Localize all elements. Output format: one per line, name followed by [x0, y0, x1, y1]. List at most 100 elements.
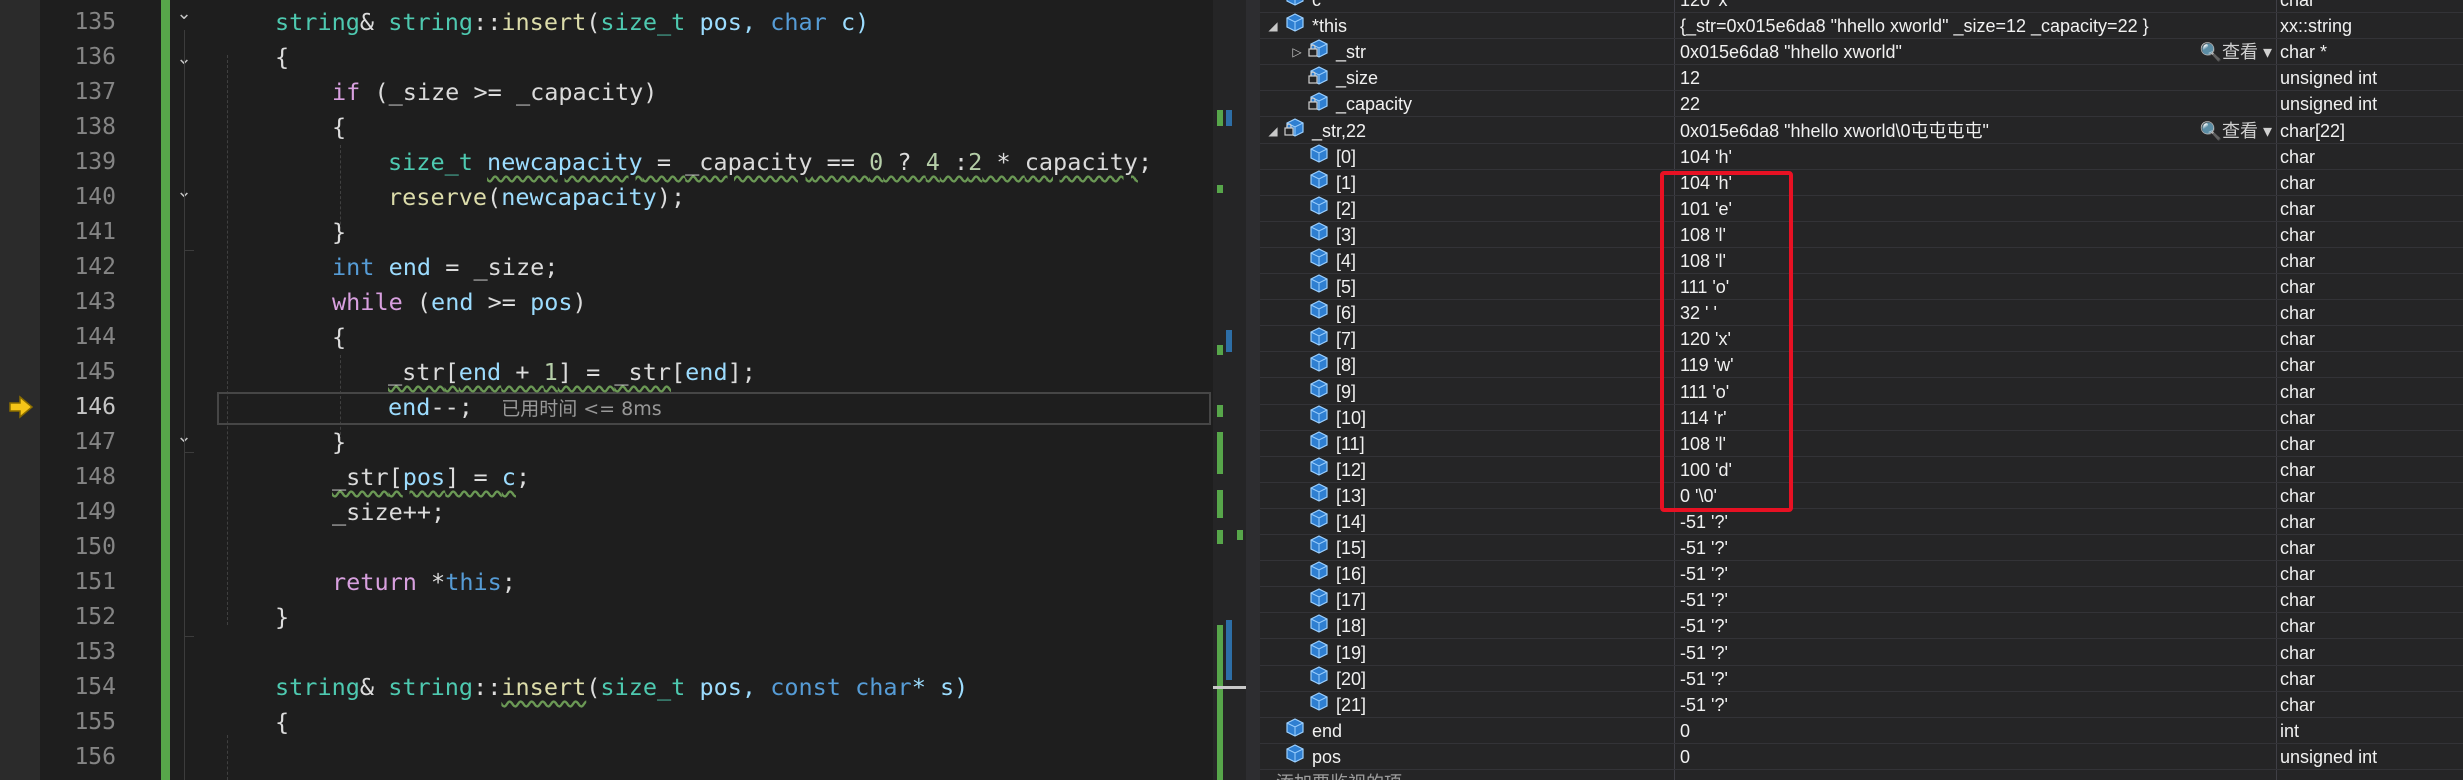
code-area[interactable]: string& string::insert(size_t pos, char … [205, 0, 1215, 780]
watch-name-cell[interactable]: _size [1308, 65, 1378, 91]
watch-window[interactable]: c 120 'x' char ◢ *this {_str=0x015e6da8 "hhel… [1260, 0, 2463, 780]
watch-value-cell[interactable]: -51 '?' [1680, 561, 2280, 587]
watch-row[interactable]: [4] 108 'l' char [1260, 248, 2463, 274]
change-marker [1237, 530, 1243, 540]
watch-row[interactable]: [6] 32 ' ' char [1260, 300, 2463, 327]
watch-row[interactable]: _size 12 unsigned int [1260, 65, 2463, 92]
watch-row[interactable]: [3] 108 'l' char [1260, 222, 2463, 248]
pane-splitter[interactable] [1246, 0, 1260, 780]
watch-value-cell[interactable]: 12 [1680, 65, 2280, 91]
watch-name-cell[interactable]: [10] [1308, 405, 1366, 431]
watch-row[interactable]: [14] -51 '?' char [1260, 509, 2463, 535]
watch-row[interactable]: [10] 114 'r' char [1260, 405, 2463, 431]
watch-row[interactable]: [17] -51 '?' char [1260, 587, 2463, 614]
watch-row[interactable]: [7] 120 'x' char [1260, 326, 2463, 353]
watch-value-cell[interactable]: 22 [1680, 91, 2280, 117]
watch-name-cell[interactable]: [4] [1308, 248, 1356, 274]
watch-name-cell[interactable]: [11] [1308, 431, 1365, 457]
collapse-arrow-icon[interactable]: ◢ [1266, 118, 1280, 144]
watch-name-cell[interactable]: [3] [1308, 222, 1356, 248]
collapse-arrow-icon[interactable]: ◢ [1266, 13, 1280, 39]
watch-value-cell[interactable] [1680, 770, 2280, 780]
watch-name-cell[interactable]: [17] [1308, 587, 1366, 613]
watch-name-cell[interactable]: [18] [1308, 613, 1366, 639]
watch-name-cell[interactable]: [20] [1308, 666, 1366, 692]
watch-name-cell[interactable]: [16] [1308, 561, 1366, 587]
fold-toggle-icon[interactable]: ⌄ [172, 2, 196, 26]
line-number: 135 [74, 9, 116, 35]
expand-arrow-icon[interactable]: ▷ [1290, 39, 1304, 65]
watch-row[interactable]: [16] -51 '?' char [1260, 561, 2463, 588]
watch-name-cell[interactable]: [0] [1308, 144, 1356, 170]
watch-name-cell[interactable]: [7] [1308, 326, 1356, 352]
watch-name-cell[interactable]: [8] [1308, 352, 1356, 378]
watch-row[interactable]: _capacity 22 unsigned int [1260, 91, 2463, 118]
watch-name-cell[interactable]: [5] [1308, 274, 1356, 300]
watch-name-cell[interactable]: end [1284, 718, 1342, 744]
watch-row[interactable]: [8] 119 'w' char [1260, 352, 2463, 379]
perf-tip[interactable]: 已用时间 <= 8ms [501, 398, 661, 420]
watch-row[interactable]: ▷ _str 0x015e6da8 "hhello xworld" 🔍查看 ▾ char… [1260, 39, 2463, 66]
watch-name-cell[interactable]: *this [1284, 13, 1347, 39]
watch-value-cell[interactable]: 0x015e6da8 "hhello xworld" [1680, 39, 2280, 65]
watch-row[interactable]: [0] 104 'h' char [1260, 144, 2463, 170]
watch-name-cell[interactable]: _str [1308, 39, 1366, 65]
watch-value-cell[interactable]: 0 [1680, 718, 2280, 744]
change-marker [1217, 345, 1223, 355]
watch-row[interactable]: c 120 'x' char [1260, 0, 2463, 13]
watch-name-cell[interactable]: [9] [1308, 379, 1356, 405]
watch-row[interactable]: [11] 108 'l' char [1260, 431, 2463, 457]
watch-name-cell[interactable]: [13] [1308, 483, 1366, 509]
watch-row[interactable]: [20] -51 '?' char [1260, 666, 2463, 692]
watch-row[interactable]: ◢ _str,22 0x015e6da8 "hhello xworld\0屯屯屯屯"… [1260, 118, 2463, 144]
watch-row[interactable]: [19] -51 '?' char [1260, 640, 2463, 666]
watch-name-cell[interactable]: c [1284, 0, 1321, 13]
line-number: 138 [74, 114, 116, 140]
watch-row[interactable]: [9] 111 'o' char [1260, 379, 2463, 405]
watch-name-cell[interactable]: [19] [1308, 640, 1366, 666]
watch-value-cell[interactable]: 120 'x' [1680, 0, 2280, 13]
watch-row[interactable]: [5] 111 'o' char [1260, 274, 2463, 301]
text-visualizer-button[interactable]: 🔍查看 ▾ [2200, 39, 2280, 65]
text-visualizer-button[interactable]: 🔍查看 ▾ [2200, 118, 2280, 144]
watch-name-cell[interactable]: [15] [1308, 535, 1366, 561]
watch-row[interactable]: end 0 int [1260, 718, 2463, 744]
watch-value-cell[interactable]: 0 [1680, 744, 2280, 770]
watch-row[interactable]: [18] -51 '?' char [1260, 613, 2463, 640]
watch-value-cell[interactable]: 104 'h' [1680, 144, 2280, 170]
editor-scrollbar[interactable] [1213, 0, 1246, 780]
watch-value-cell[interactable]: -51 '?' [1680, 692, 2280, 718]
line-number: 146 [74, 394, 116, 420]
watch-name-cell[interactable]: [21] [1308, 692, 1366, 718]
watch-row[interactable]: ◢ *this {_str=0x015e6da8 "hhello xworld" _… [1260, 13, 2463, 40]
code-line-144: { [332, 323, 347, 351]
watch-row[interactable]: 添加要监视的项 [1260, 770, 2463, 780]
glyph-margin[interactable] [0, 0, 40, 780]
watch-name-cell[interactable]: _str,22 [1284, 118, 1366, 144]
watch-value-cell[interactable]: -51 '?' [1680, 509, 2280, 535]
watch-value-cell[interactable]: -51 '?' [1680, 587, 2280, 613]
watch-name-cell[interactable]: [14] [1308, 509, 1366, 535]
watch-name-cell[interactable]: [1] [1308, 170, 1356, 196]
watch-value-cell[interactable]: {_str=0x015e6da8 "hhello xworld" _size=1… [1680, 13, 2280, 39]
watch-row[interactable]: [21] -51 '?' char [1260, 692, 2463, 718]
watch-row[interactable]: [13] 0 '\0' char [1260, 483, 2463, 509]
watch-row[interactable]: [2] 101 'e' char [1260, 196, 2463, 222]
watch-name-cell[interactable]: [2] [1308, 196, 1356, 222]
watch-name-cell[interactable]: [12] [1308, 457, 1366, 483]
watch-name-cell[interactable]: pos [1284, 744, 1341, 770]
watch-row[interactable]: [1] 104 'h' char [1260, 170, 2463, 196]
watch-value-cell[interactable]: -51 '?' [1680, 613, 2280, 639]
watch-row[interactable]: [15] -51 '?' char [1260, 535, 2463, 562]
watch-row[interactable]: [12] 100 'd' char [1260, 457, 2463, 483]
code-editor[interactable]: 135 136 137 138 139 140 141 142 143 144 145 146 147 1… [0, 0, 1246, 780]
watch-value-cell[interactable]: -51 '?' [1680, 535, 2280, 561]
watch-value-cell[interactable]: -51 '?' [1680, 666, 2280, 692]
watch-name-cell[interactable]: 添加要监视的项 [1276, 770, 1402, 780]
watch-row[interactable]: pos 0 unsigned int [1260, 744, 2463, 770]
watch-value-cell[interactable]: -51 '?' [1680, 640, 2280, 666]
watch-name-cell[interactable]: _capacity [1308, 91, 1412, 117]
watch-value-cell[interactable]: 0x015e6da8 "hhello xworld\0屯屯屯屯" [1680, 118, 2280, 144]
field-icon [1308, 560, 1330, 587]
watch-name-cell[interactable]: [6] [1308, 300, 1356, 326]
